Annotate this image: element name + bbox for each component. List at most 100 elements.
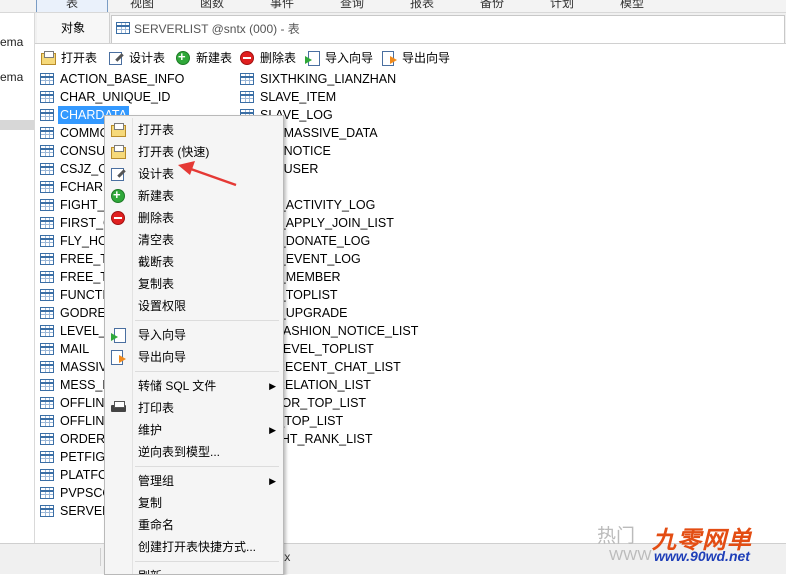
table-icon [240, 91, 254, 103]
table-icon [40, 397, 54, 409]
menu-separator [135, 466, 279, 467]
table-icon [40, 505, 54, 517]
delete-icon [111, 211, 125, 225]
menu-dump-sql[interactable]: 转储 SQL 文件 ▶ [105, 376, 283, 396]
menu-open-table-fast-label: 打开表 (快速) [138, 145, 210, 159]
context-menu: 打开表 打开表 (快速) 设计表 新建表 删除表 清空表 截断表 复制表 设置权… [104, 115, 284, 575]
menu-bar: 表 视图 函数 事件 查询 报表 备份 计划 模型 [0, 0, 786, 13]
table-icon [40, 199, 54, 211]
menu-item-backup[interactable]: 备份 [480, 0, 504, 11]
open-table-icon [111, 123, 126, 137]
import-icon [111, 328, 126, 343]
table-icon [40, 253, 54, 265]
menu-design-table[interactable]: 设计表 [105, 164, 283, 184]
tab-serverlist-label: SERVERLIST @sntx (000) - 表 [134, 22, 300, 36]
open-table-button[interactable]: 打开表 [41, 48, 107, 68]
tab-strip: 对象 SERVERLIST @sntx (000) - 表 [35, 13, 786, 44]
menu-set-permissions[interactable]: 设置权限 [105, 296, 283, 316]
table-icon [40, 307, 54, 319]
menu-maintain[interactable]: 维护 ▶ [105, 420, 283, 440]
tab-serverlist[interactable]: SERVERLIST @sntx (000) - 表 [111, 15, 785, 43]
menu-import-wizard[interactable]: 导入向导 [105, 325, 283, 345]
table-name: SLAVE_ITEM [260, 90, 337, 104]
menu-copy-table-label: 复制表 [138, 277, 175, 291]
menu-maintain-label: 维护 [138, 423, 163, 437]
printer-icon [111, 401, 127, 414]
menu-new-table[interactable]: 新建表 [105, 185, 283, 206]
menu-delete-table[interactable]: 删除表 [105, 208, 283, 228]
menu-export-wizard-label: 导出向导 [138, 350, 187, 364]
watermark-sub: WWW [609, 547, 652, 564]
export-wizard-button[interactable]: 导出向导 [382, 48, 458, 68]
menu-manage-group[interactable]: 管理组 ▶ [105, 471, 283, 491]
status-divider [100, 548, 101, 566]
watermark-url: www.90wd.net [654, 548, 750, 564]
menu-manage-group-label: 管理组 [138, 474, 175, 488]
nav-selected-row[interactable] [0, 120, 34, 130]
delete-table-button[interactable]: 删除表 [240, 48, 306, 68]
table-icon [40, 91, 54, 103]
table-icon [40, 361, 54, 373]
open-table-icon [41, 51, 56, 65]
table-name: MAIL [60, 342, 90, 356]
table-name: CHAR_UNIQUE_ID [60, 90, 171, 104]
table-icon [40, 451, 54, 463]
menu-item-view[interactable]: 视图 [130, 0, 154, 11]
menu-item-query[interactable]: 查询 [340, 0, 364, 11]
menu-separator [135, 561, 279, 562]
menu-create-shortcut[interactable]: 创建打开表快捷方式... [105, 537, 283, 557]
design-table-icon [111, 167, 126, 181]
menu-open-table[interactable]: 打开表 [105, 120, 283, 140]
menu-rename[interactable]: 重命名 [105, 515, 283, 535]
menu-import-wizard-label: 导入向导 [138, 328, 187, 342]
table-icon [40, 379, 54, 391]
menu-new-table-label: 新建表 [138, 189, 175, 203]
table-icon [40, 235, 54, 247]
import-icon [305, 51, 320, 66]
menu-rename-label: 重命名 [138, 518, 175, 532]
menu-open-table-fast[interactable]: 打开表 (快速) [105, 142, 283, 162]
menu-copy[interactable]: 复制 [105, 493, 283, 513]
table-name: ACTION_BASE_INFO [60, 72, 185, 86]
menu-item-model[interactable]: 模型 [620, 0, 644, 11]
menu-reverse-to-model-label: 逆向表到模型... [138, 445, 221, 459]
table-icon [40, 109, 54, 121]
table-icon [40, 469, 54, 481]
submenu-arrow-icon: ▶ [269, 381, 276, 391]
menu-empty-table-label: 清空表 [138, 233, 175, 247]
tab-objects[interactable]: 对象 [37, 13, 110, 43]
menu-item-event[interactable]: 事件 [270, 0, 294, 11]
delete-table-label: 删除表 [260, 51, 297, 65]
open-table-label: 打开表 [61, 51, 98, 65]
table-icon [40, 343, 54, 355]
menu-copy-label: 复制 [138, 496, 163, 510]
export-icon [111, 350, 126, 365]
menu-item-table[interactable]: 表 [36, 0, 108, 12]
table-name: SIXTHKING_LIANZHAN [260, 72, 397, 86]
table-icon [240, 73, 254, 85]
menu-item-schedule[interactable]: 计划 [550, 0, 574, 11]
menu-item-function[interactable]: 函数 [200, 0, 224, 11]
menu-truncate-table[interactable]: 截断表 [105, 252, 283, 272]
new-table-label: 新建表 [196, 51, 233, 65]
new-table-button[interactable]: 新建表 [176, 47, 242, 68]
menu-empty-table[interactable]: 清空表 [105, 230, 283, 250]
table-icon [40, 163, 54, 175]
menu-open-table-label: 打开表 [138, 123, 175, 137]
menu-item-report[interactable]: 报表 [410, 0, 434, 11]
table-icon [116, 22, 130, 34]
menu-reverse-to-model[interactable]: 逆向表到模型... [105, 442, 283, 462]
schema-item[interactable]: ema [0, 70, 23, 84]
submenu-arrow-icon: ▶ [269, 476, 276, 486]
table-icon [40, 433, 54, 445]
schema-item[interactable]: ema [0, 35, 23, 49]
menu-delete-table-label: 删除表 [138, 211, 175, 225]
menu-dump-sql-label: 转储 SQL 文件 [138, 379, 217, 393]
menu-print-table[interactable]: 打印表 [105, 398, 283, 418]
design-table-button[interactable]: 设计表 [109, 48, 175, 68]
menu-export-wizard[interactable]: 导出向导 [105, 347, 283, 367]
menu-copy-table[interactable]: 复制表 [105, 274, 283, 294]
import-wizard-button[interactable]: 导入向导 [305, 48, 381, 68]
menu-set-permissions-label: 设置权限 [138, 299, 187, 313]
table-icon [40, 145, 54, 157]
